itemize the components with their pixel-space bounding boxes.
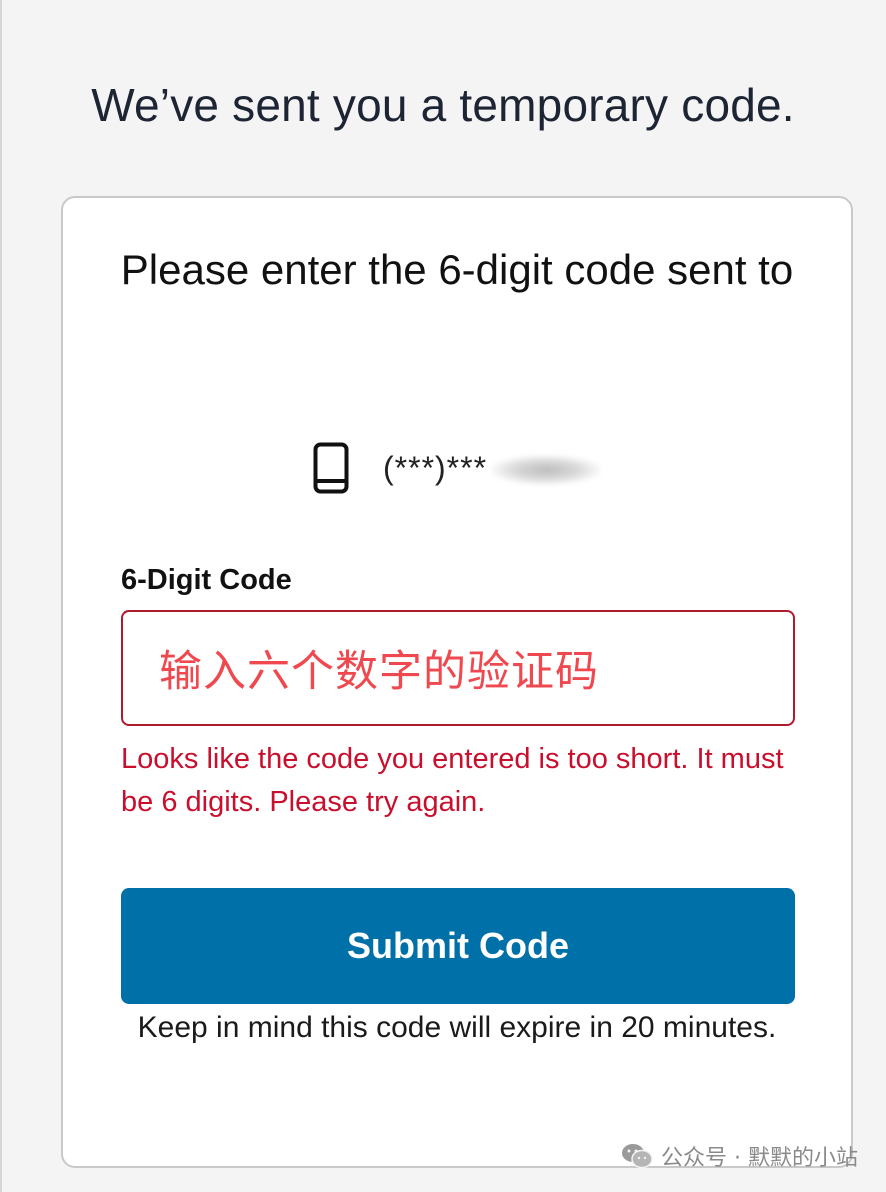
watermark: 公众号 · 默默的小站: [621, 1140, 858, 1172]
code-input-field[interactable]: 输入六个数字的验证码: [121, 610, 795, 726]
redacted-phone-digits: [491, 455, 602, 486]
code-input-value: 输入六个数字的验证码: [159, 647, 599, 697]
code-error-message: Looks like the code you entered is too s…: [121, 743, 784, 818]
submit-code-button[interactable]: Submit Code: [121, 888, 795, 1004]
watermark-text: 公众号 · 默默的小站: [661, 1146, 858, 1171]
phone-destination: (***)***: [313, 438, 602, 498]
code-field-label: 6-Digit Code: [121, 564, 292, 596]
code-expiry-note: Keep in mind this code will expire in 20…: [137, 1011, 777, 1044]
card-title: Please enter the 6-digit code sent to: [120, 246, 794, 293]
masked-phone-number: (***)***: [383, 449, 602, 487]
mobile-phone-icon: [313, 442, 349, 494]
wechat-icon: [621, 1143, 653, 1169]
verification-card: Please enter the 6-digit code sent to (*…: [61, 196, 853, 1168]
page-left-edge: [0, 0, 2, 1192]
page-heading: We’ve sent you a temporary code.: [91, 79, 795, 131]
masked-phone-text: (***)***: [383, 449, 488, 486]
